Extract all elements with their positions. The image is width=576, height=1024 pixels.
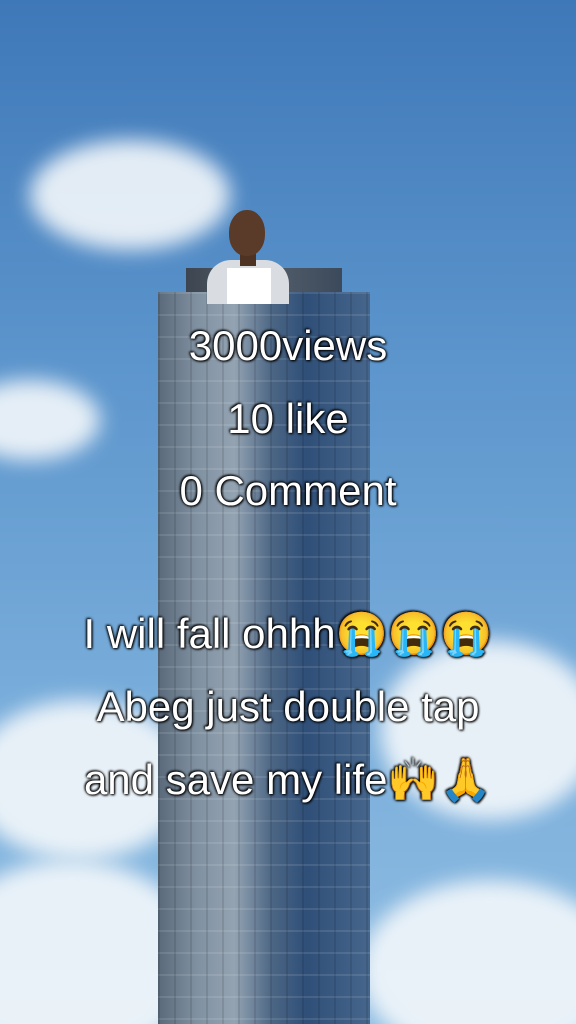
caption-comments: 0 Comment bbox=[179, 467, 397, 514]
cloud bbox=[30, 140, 230, 250]
caption-line-save-life: and save my life🙌🙏 bbox=[83, 756, 493, 803]
person-shirt bbox=[227, 268, 271, 304]
caption-views: 3000views bbox=[188, 322, 388, 369]
caption-line-double-tap: Abeg just double tap bbox=[96, 683, 480, 730]
cloud bbox=[360, 880, 576, 1024]
caption-line-fall: I will fall ohhh😭😭😭 bbox=[83, 610, 493, 657]
person-head bbox=[229, 210, 265, 256]
caption-likes: 10 like bbox=[227, 395, 349, 442]
person-cutout bbox=[207, 208, 289, 304]
